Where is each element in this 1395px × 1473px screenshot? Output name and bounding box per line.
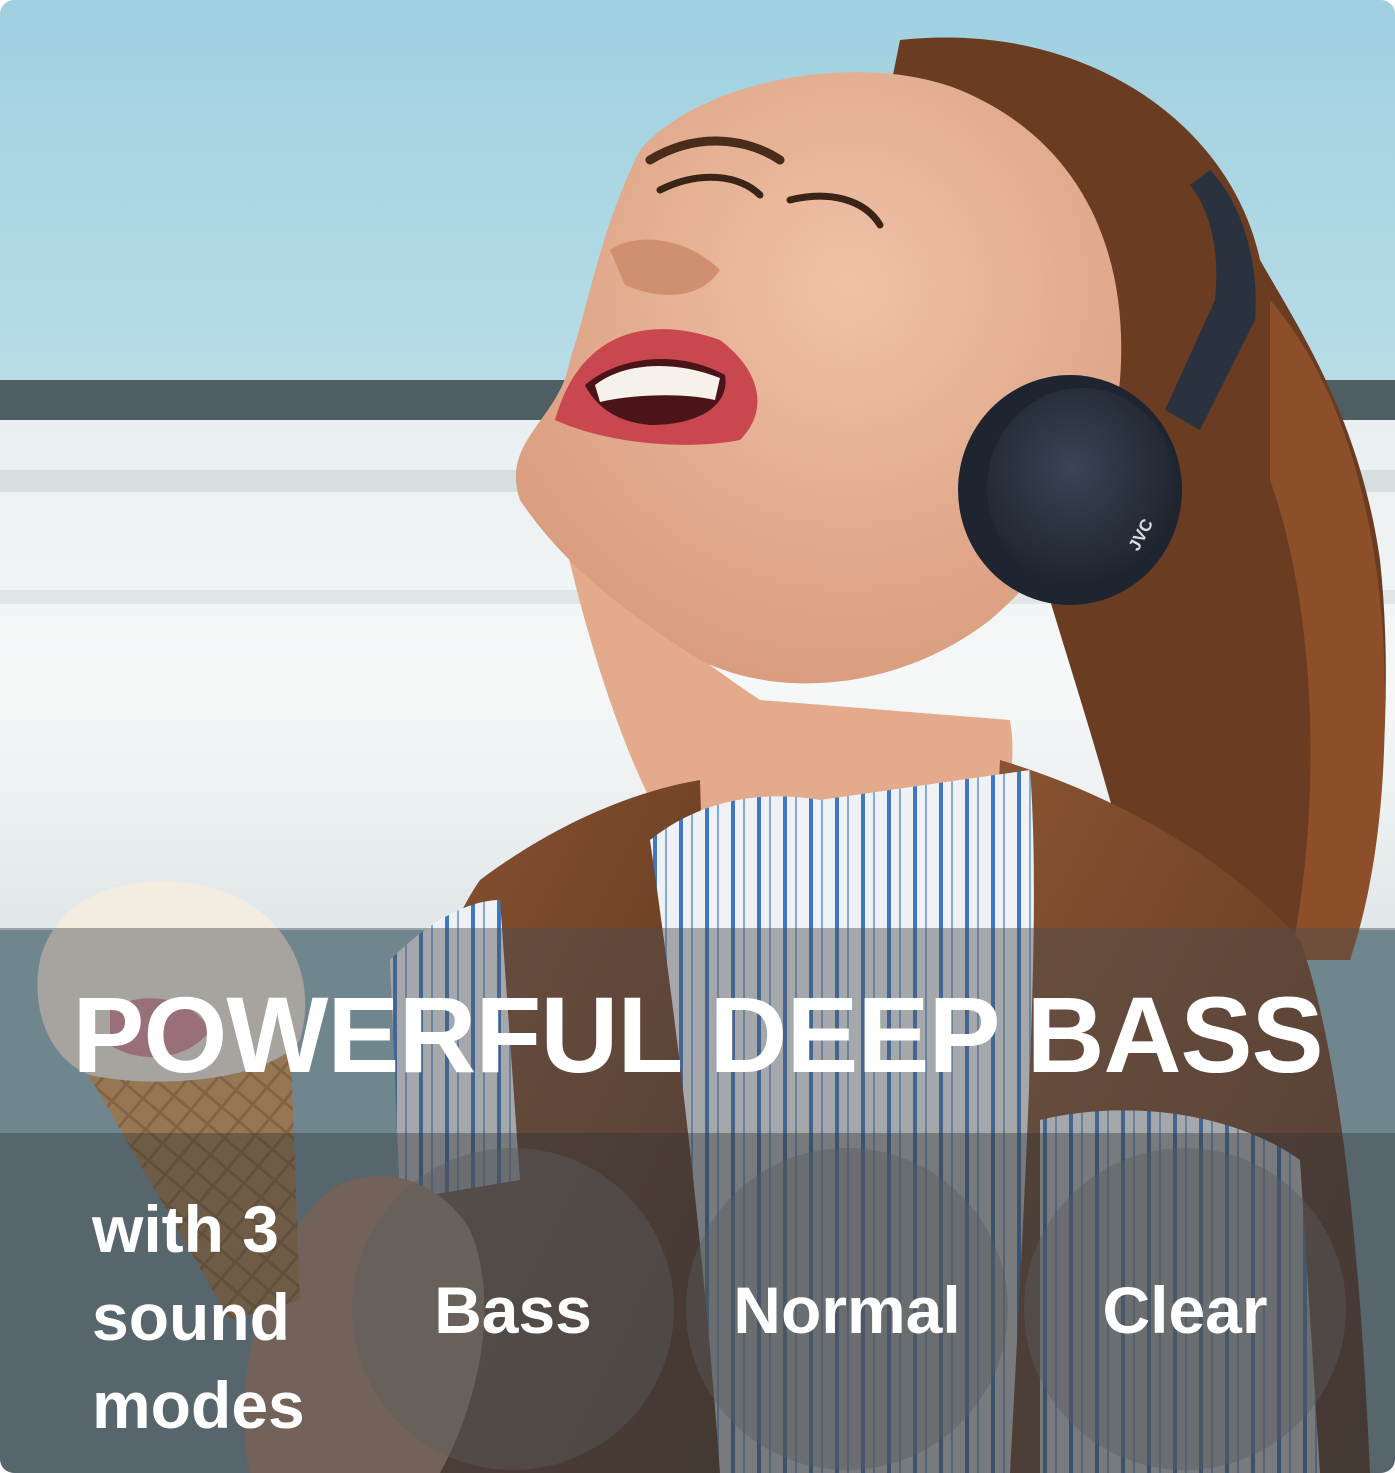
- mode-label-normal: Normal: [733, 1273, 961, 1347]
- headline: POWERFUL DEEP BASS: [72, 974, 1323, 1095]
- mode-label-clear: Clear: [1102, 1273, 1268, 1347]
- mode-label-bass: Bass: [434, 1273, 592, 1347]
- sound-modes-intro: with 3 sound modes: [92, 1192, 305, 1442]
- product-banner: JVC POWERFUL DEEP BASS with 3 sound mode…: [0, 0, 1395, 1473]
